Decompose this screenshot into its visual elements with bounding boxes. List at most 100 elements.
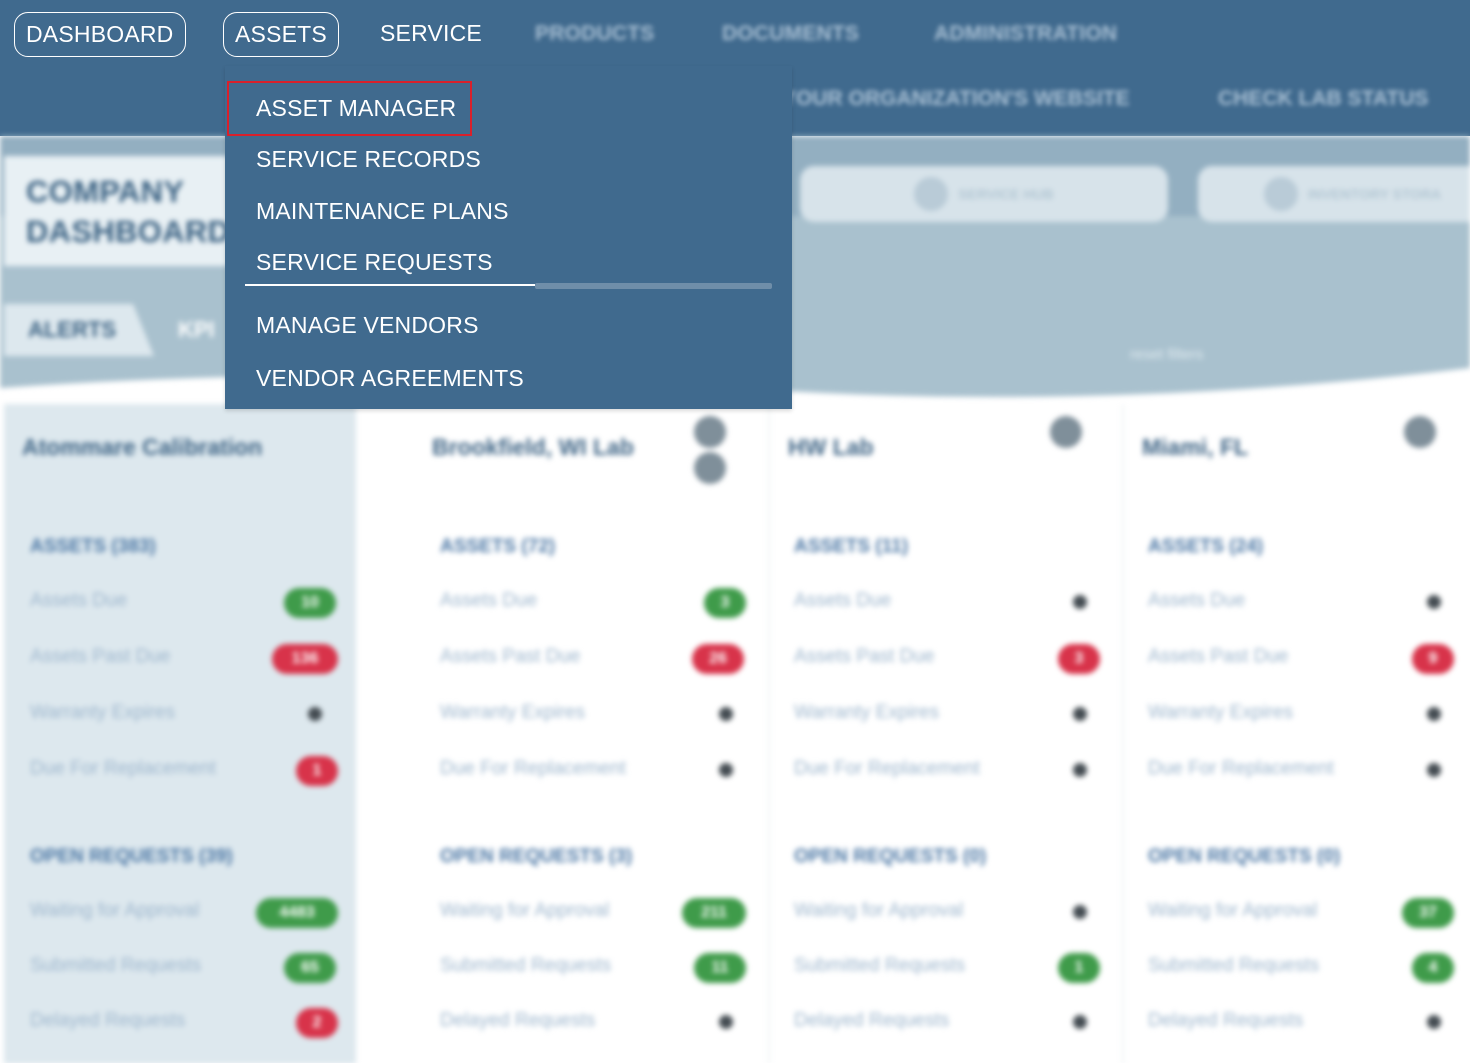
assets-past-due-badge[interactable]: 26 bbox=[692, 644, 744, 674]
assets-due-label[interactable]: Assets Due bbox=[794, 590, 891, 612]
delayed-requests-badge[interactable]: 2 bbox=[296, 1008, 338, 1038]
empty-dot bbox=[719, 763, 733, 777]
assets-past-due-badge[interactable]: 9 bbox=[1412, 644, 1454, 674]
assets-past-due-label[interactable]: Assets Past Due bbox=[440, 646, 580, 668]
empty-dot bbox=[719, 1015, 733, 1029]
assets-due-label[interactable]: Assets Due bbox=[30, 590, 127, 612]
assets-past-due-label[interactable]: Assets Past Due bbox=[1148, 646, 1288, 668]
empty-dot bbox=[1073, 763, 1087, 777]
submitted-requests-label[interactable]: Submitted Requests bbox=[794, 955, 965, 977]
waiting-approval-badge[interactable]: 211 bbox=[682, 898, 746, 928]
waiting-approval-label[interactable]: Waiting for Approval bbox=[30, 900, 199, 922]
page-title-line-2: DASHBOARD bbox=[26, 214, 231, 249]
nav-assets[interactable]: ASSETS bbox=[223, 12, 339, 57]
service-hub-label: SERVICE HUB bbox=[958, 186, 1054, 202]
location-column: Miami, FL ASSETS (24) Assets Due Assets … bbox=[1122, 404, 1470, 1063]
assets-due-label[interactable]: Assets Due bbox=[1148, 590, 1245, 612]
assets-dropdown-menu: ASSET MANAGER SERVICE RECORDS MAINTENANC… bbox=[225, 66, 792, 409]
location-name: Brookfield, WI Lab bbox=[432, 434, 634, 460]
wrench-icon[interactable] bbox=[1050, 416, 1082, 448]
waiting-approval-label[interactable]: Waiting for Approval bbox=[1148, 900, 1317, 922]
assets-past-due-label[interactable]: Assets Past Due bbox=[30, 646, 170, 668]
wrench-icon[interactable] bbox=[1404, 416, 1436, 448]
submitted-requests-label[interactable]: Submitted Requests bbox=[440, 955, 611, 977]
location-column: Brookfield, WI Lab ASSETS (72) Assets Du… bbox=[356, 404, 768, 1063]
empty-dot bbox=[1427, 595, 1441, 609]
menu-item-service-requests[interactable]: SERVICE REQUESTS bbox=[256, 249, 493, 276]
waiting-approval-label[interactable]: Waiting for Approval bbox=[440, 900, 609, 922]
menu-item-asset-manager[interactable]: ASSET MANAGER bbox=[227, 81, 472, 136]
waiting-approval-badge[interactable]: 4483 bbox=[256, 898, 338, 928]
menu-divider-line bbox=[245, 284, 535, 286]
inventory-storage-button[interactable]: INVENTORY STORA bbox=[1198, 166, 1470, 222]
due-for-replacement-badge[interactable]: 1 bbox=[296, 756, 338, 786]
menu-item-vendor-agreements[interactable]: VENDOR AGREEMENTS bbox=[256, 365, 524, 392]
submitted-requests-badge[interactable]: 1 bbox=[1058, 953, 1100, 983]
assets-past-due-badge[interactable]: 136 bbox=[272, 644, 338, 674]
delayed-requests-label[interactable]: Delayed Requests bbox=[30, 1010, 185, 1032]
assets-past-due-badge[interactable]: 3 bbox=[1058, 644, 1100, 674]
inventory-storage-label: INVENTORY STORA bbox=[1308, 186, 1442, 202]
empty-dot bbox=[1427, 763, 1441, 777]
submitted-requests-badge[interactable]: 11 bbox=[694, 953, 746, 983]
delayed-requests-label[interactable]: Delayed Requests bbox=[794, 1010, 949, 1032]
due-for-replacement-label[interactable]: Due For Replacement bbox=[794, 758, 980, 780]
open-requests-header: OPEN REQUESTS (39) bbox=[30, 846, 233, 867]
reset-filters-link[interactable]: reset filters bbox=[1130, 346, 1203, 363]
warranty-expires-label[interactable]: Warranty Expires bbox=[30, 702, 175, 724]
location-name: HW Lab bbox=[788, 434, 874, 460]
nav-service[interactable]: SERVICE bbox=[380, 12, 482, 57]
warranty-expires-label[interactable]: Warranty Expires bbox=[440, 702, 585, 724]
empty-dot bbox=[1073, 595, 1087, 609]
page-title-line-1: COMPANY bbox=[26, 174, 185, 209]
gear-icon[interactable] bbox=[694, 416, 726, 448]
page-title: COMPANY DASHBOARD bbox=[4, 156, 231, 266]
website-link[interactable]: YOUR ORGANIZATION'S WEBSITE bbox=[782, 87, 1130, 111]
assets-due-label[interactable]: Assets Due bbox=[440, 590, 537, 612]
due-for-replacement-label[interactable]: Due For Replacement bbox=[30, 758, 216, 780]
empty-dot bbox=[1073, 1015, 1087, 1029]
nav-products[interactable]: PRODUCTS bbox=[535, 12, 654, 57]
delayed-requests-label[interactable]: Delayed Requests bbox=[1148, 1010, 1303, 1032]
assets-past-due-label[interactable]: Assets Past Due bbox=[794, 646, 934, 668]
menu-item-service-records[interactable]: SERVICE RECORDS bbox=[256, 146, 481, 173]
wrench-icon[interactable] bbox=[694, 452, 726, 484]
open-requests-header: OPEN REQUESTS (3) bbox=[440, 846, 633, 867]
warranty-expires-label[interactable]: Warranty Expires bbox=[794, 702, 939, 724]
waiting-approval-badge[interactable]: 37 bbox=[1402, 898, 1454, 928]
empty-dot bbox=[719, 707, 733, 721]
open-requests-header: OPEN REQUESTS (0) bbox=[794, 846, 987, 867]
empty-dot bbox=[308, 707, 322, 721]
empty-dot bbox=[1427, 1015, 1441, 1029]
assets-due-badge[interactable]: 10 bbox=[284, 588, 336, 618]
submitted-requests-label[interactable]: Submitted Requests bbox=[1148, 955, 1319, 977]
menu-divider-scrollbar bbox=[535, 283, 772, 289]
nav-dashboard[interactable]: DASHBOARD bbox=[14, 12, 186, 57]
warranty-expires-label[interactable]: Warranty Expires bbox=[1148, 702, 1293, 724]
assets-header: ASSETS (72) bbox=[440, 536, 556, 557]
nav-administration[interactable]: ADMINISTRATION bbox=[934, 12, 1117, 57]
wrench-icon bbox=[914, 177, 949, 211]
tab-alerts[interactable]: ALERTS bbox=[4, 304, 154, 356]
location-column: HW Lab ASSETS (11) Assets Due Assets Pas… bbox=[768, 404, 1122, 1063]
menu-item-manage-vendors[interactable]: MANAGE VENDORS bbox=[256, 312, 479, 339]
submitted-requests-label[interactable]: Submitted Requests bbox=[30, 955, 201, 977]
nav-documents[interactable]: DOCUMENTS bbox=[722, 12, 859, 57]
location-column: Atommare Calibration ASSETS (383) Assets… bbox=[4, 404, 356, 1063]
assets-header: ASSETS (11) bbox=[794, 536, 909, 557]
assets-due-badge[interactable]: 3 bbox=[704, 588, 746, 618]
waiting-approval-label[interactable]: Waiting for Approval bbox=[794, 900, 963, 922]
menu-item-maintenance-plans[interactable]: MAINTENANCE PLANS bbox=[256, 198, 509, 225]
menu-divider bbox=[245, 282, 772, 290]
assets-header: ASSETS (383) bbox=[30, 536, 156, 557]
check-lab-status-link[interactable]: CHECK LAB STATUS bbox=[1218, 87, 1428, 111]
empty-dot bbox=[1073, 905, 1087, 919]
submitted-requests-badge[interactable]: 4 bbox=[1412, 953, 1454, 983]
location-name: Miami, FL bbox=[1142, 434, 1249, 460]
delayed-requests-label[interactable]: Delayed Requests bbox=[440, 1010, 595, 1032]
submitted-requests-badge[interactable]: 65 bbox=[284, 953, 336, 983]
open-requests-header: OPEN REQUESTS (0) bbox=[1148, 846, 1341, 867]
due-for-replacement-label[interactable]: Due For Replacement bbox=[1148, 758, 1334, 780]
due-for-replacement-label[interactable]: Due For Replacement bbox=[440, 758, 626, 780]
service-hub-button[interactable]: SERVICE HUB bbox=[800, 166, 1168, 222]
